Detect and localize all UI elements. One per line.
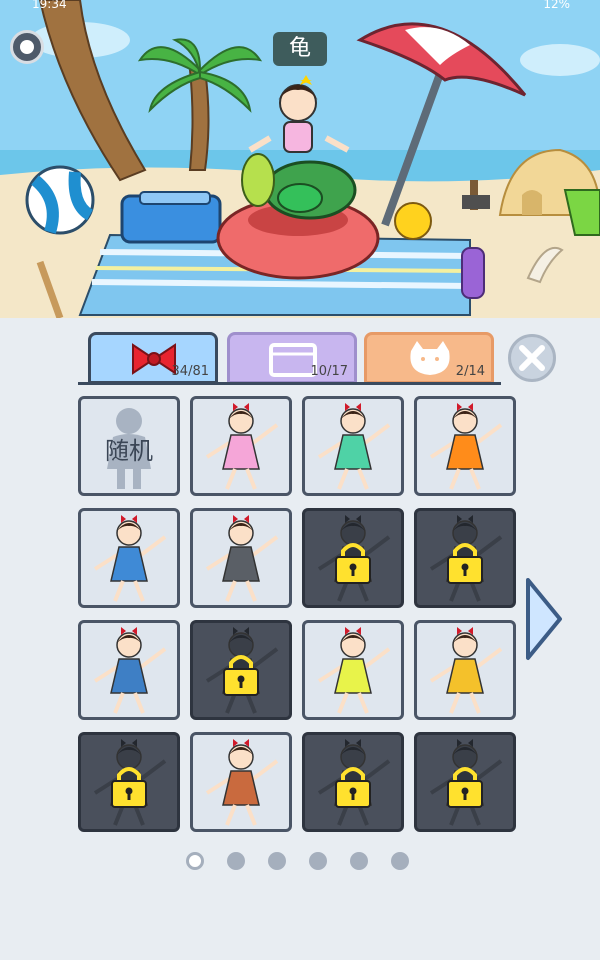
outfit-cell[interactable] <box>78 508 180 608</box>
locked-outfit-figure <box>429 515 503 602</box>
outfit-cell[interactable] <box>78 620 180 720</box>
random-label: 随机 <box>105 437 153 465</box>
outfit-cell[interactable] <box>302 508 404 608</box>
outfit-cell[interactable] <box>302 396 404 496</box>
outfit-figure <box>429 403 503 490</box>
page-indicator <box>186 852 416 872</box>
outfit-figure <box>205 403 279 490</box>
outfit-figure <box>93 627 167 714</box>
outfit-cell[interactable] <box>190 732 292 832</box>
locked-outfit-figure <box>205 627 279 714</box>
status-battery: 12% <box>543 0 570 11</box>
page-dot[interactable] <box>227 852 245 870</box>
next-page-arrow-icon[interactable] <box>524 576 564 662</box>
outfit-figure <box>429 627 503 714</box>
outfit-cell[interactable] <box>78 732 180 832</box>
character-name-tag[interactable]: 龟 <box>273 32 327 66</box>
close-button[interactable] <box>508 334 556 382</box>
status-time: 19:34 <box>32 0 67 11</box>
locked-outfit-figure <box>317 515 391 602</box>
page-dot[interactable] <box>350 852 368 870</box>
outfit-cell[interactable] <box>302 732 404 832</box>
locked-outfit-figure <box>93 739 167 826</box>
tab-furniture[interactable]: 10/17 <box>227 332 357 384</box>
outfits-count: 34/81 <box>171 364 209 379</box>
outfit-cell[interactable] <box>190 396 292 496</box>
tab-pets[interactable]: 2/14 <box>364 332 494 384</box>
outfit-figure <box>93 515 167 602</box>
outfit-cell[interactable] <box>414 732 516 832</box>
furniture-count: 10/17 <box>310 364 348 379</box>
outfit-cell[interactable] <box>414 620 516 720</box>
tab-outfits[interactable]: 34/81 <box>88 332 218 384</box>
outfit-figure <box>205 515 279 602</box>
cat-icon <box>410 341 450 375</box>
outfit-cell[interactable] <box>414 396 516 496</box>
page-dot[interactable] <box>309 852 327 870</box>
close-icon <box>519 345 545 371</box>
outfit-cell[interactable] <box>190 508 292 608</box>
outfit-grid: 随机 <box>78 396 518 836</box>
outfit-cell[interactable] <box>302 620 404 720</box>
pets-count: 2/14 <box>455 364 485 379</box>
outfit-figure <box>317 627 391 714</box>
status-bar: 19:34 12% <box>0 0 600 14</box>
outfit-cell[interactable]: 随机 <box>78 396 180 496</box>
outfit-cell[interactable] <box>190 620 292 720</box>
tab-underline <box>78 382 501 385</box>
outfit-figure <box>205 739 279 826</box>
menu-button[interactable] <box>10 30 44 64</box>
outfit-figure <box>317 403 391 490</box>
page-dot[interactable] <box>186 852 204 870</box>
page-dot[interactable] <box>391 852 409 870</box>
locked-outfit-figure <box>429 739 503 826</box>
outfit-cell[interactable] <box>414 508 516 608</box>
locked-outfit-figure <box>317 739 391 826</box>
page-dot[interactable] <box>268 852 286 870</box>
